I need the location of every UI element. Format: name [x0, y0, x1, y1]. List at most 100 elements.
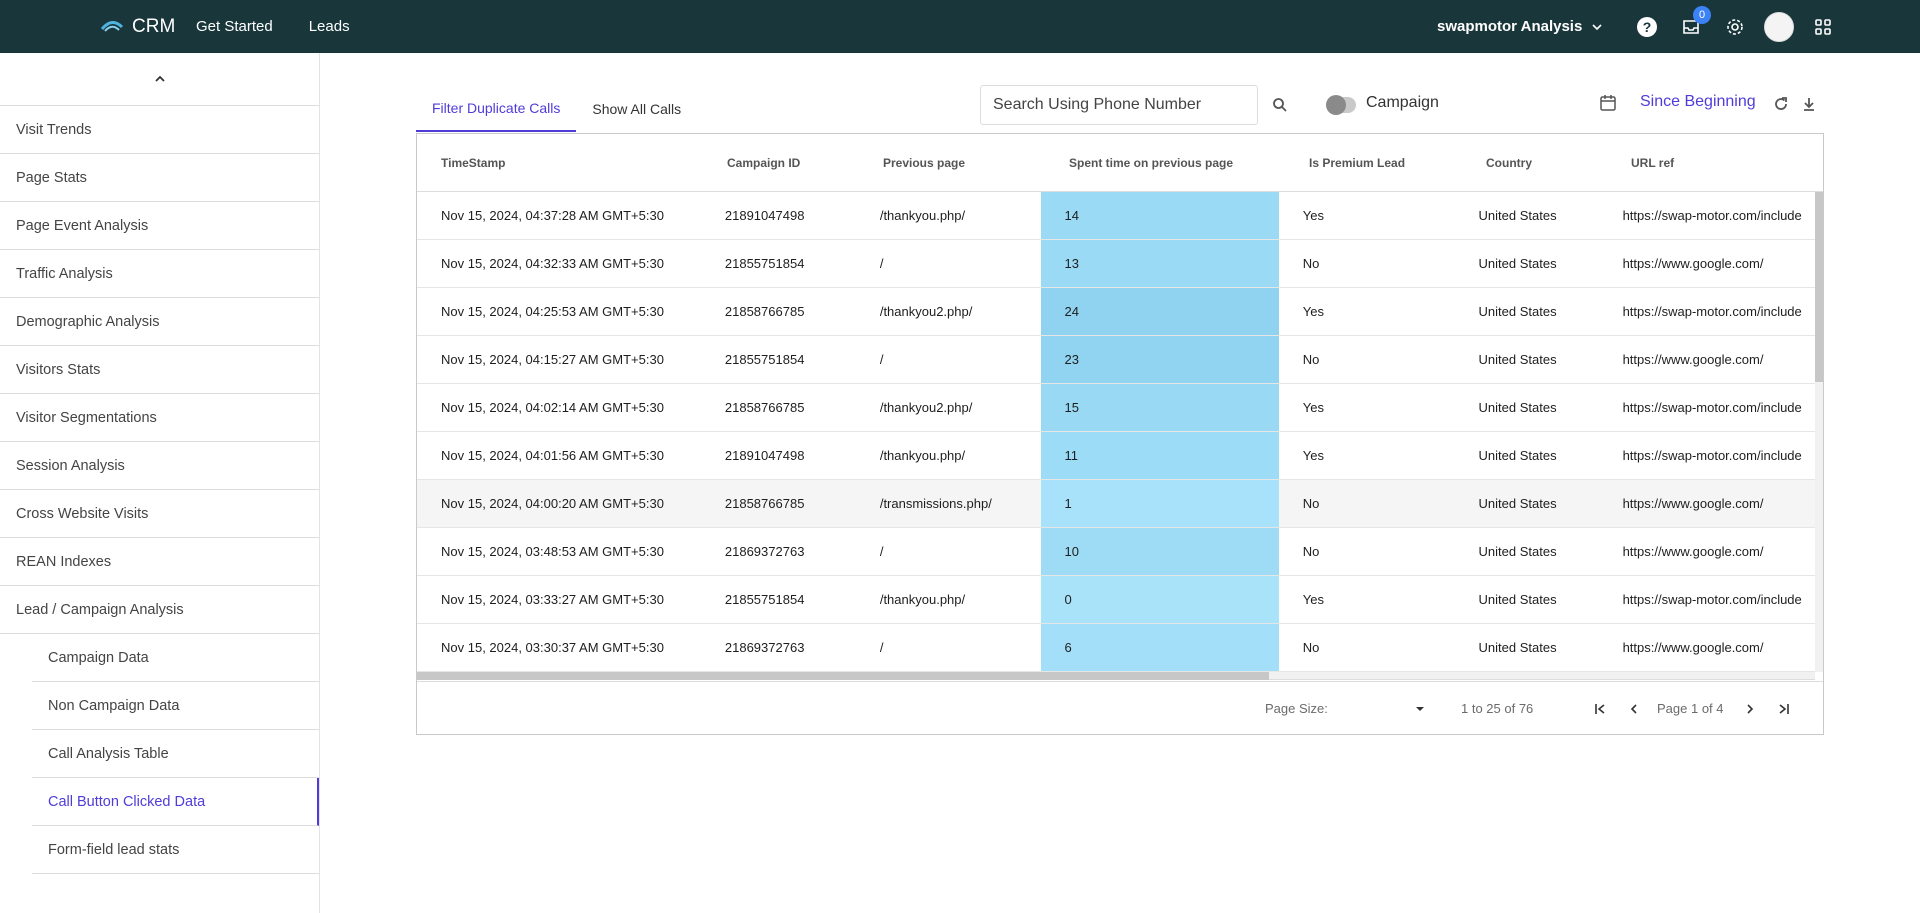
table-row[interactable]: Nov 15, 2024, 04:32:33 AM GMT+5:30 218557… [417, 240, 1815, 288]
campaign-toggle[interactable] [1326, 95, 1356, 115]
column-header-country[interactable]: Country [1462, 134, 1607, 192]
cell-is-premium-lead: Yes [1302, 592, 1324, 607]
sidebar-item-visitors-stats[interactable]: Visitors Stats [0, 346, 319, 394]
apps-button[interactable] [1801, 0, 1845, 53]
date-picker-button[interactable] [1599, 94, 1617, 117]
cell-previous-page: /transmissions.php/ [879, 496, 992, 511]
sidebar-subitem-form-field-lead-stats[interactable]: Form-field lead stats [32, 826, 319, 874]
sidebar-subitem-campaign-data[interactable]: Campaign Data [32, 634, 319, 682]
cell-country: United States [1478, 544, 1557, 559]
page-indicator: Page 1 of 4 [1657, 701, 1724, 716]
sidebar-item-visitor-segmentations[interactable]: Visitor Segmentations [0, 394, 319, 442]
refresh-button[interactable] [1773, 96, 1789, 117]
search-button[interactable] [1268, 93, 1292, 117]
nav-get-started[interactable]: Get Started [196, 18, 273, 35]
page-size-label: Page Size: [1265, 701, 1328, 716]
cell-spent-time: 14 [1040, 192, 1279, 239]
cell-url-ref: https://www.google.com/ [1622, 496, 1764, 511]
phone-search-input[interactable] [980, 85, 1258, 125]
cell-previous-page: /thankyou2.php/ [879, 304, 973, 319]
calendar-icon [1600, 95, 1616, 111]
cell-campaign-id: 21855751854 [724, 256, 805, 271]
gear-icon [1727, 18, 1743, 35]
sidebar-item-rean-indexes[interactable]: REAN Indexes [0, 538, 319, 586]
sidebar-item-lead-campaign-analysis[interactable]: Lead / Campaign Analysis [0, 586, 319, 634]
sidebar-item-page-event-analysis[interactable]: Page Event Analysis [0, 202, 319, 250]
column-header-previous-page[interactable]: Previous page [859, 134, 1045, 192]
sidebar-subitem-call-analysis-table[interactable]: Call Analysis Table [32, 730, 319, 778]
cell-timestamp: Nov 15, 2024, 04:37:28 AM GMT+5:30 [441, 208, 664, 223]
sidebar-collapse-button[interactable] [0, 53, 319, 106]
cell-url-ref: https://www.google.com/ [1622, 352, 1764, 367]
sidebar-item-session-analysis[interactable]: Session Analysis [0, 442, 319, 490]
sidebar-item-page-stats[interactable]: Page Stats [0, 154, 319, 202]
sidebar-item-demographic-analysis[interactable]: Demographic Analysis [0, 298, 319, 346]
next-page-button[interactable] [1739, 698, 1761, 720]
tab-show-all-calls[interactable]: Show All Calls [576, 86, 697, 132]
cell-campaign-id: 21869372763 [724, 544, 805, 559]
cell-spent-time: 1 [1040, 480, 1279, 527]
cell-country: United States [1478, 208, 1557, 223]
cell-campaign-id: 21858766785 [724, 496, 805, 511]
table-row[interactable]: Nov 15, 2024, 04:00:20 AM GMT+5:30 218587… [417, 480, 1815, 528]
cell-is-premium-lead: Yes [1302, 448, 1324, 463]
cell-timestamp: Nov 15, 2024, 04:01:56 AM GMT+5:30 [441, 448, 664, 463]
sidebar: Visit Trends Page Stats Page Event Analy… [0, 53, 320, 913]
column-header-is-premium-lead[interactable]: Is Premium Lead [1285, 134, 1462, 192]
cell-url-ref: https://www.google.com/ [1622, 640, 1764, 655]
tab-filter-duplicate-calls[interactable]: Filter Duplicate Calls [416, 86, 577, 132]
vertical-scrollbar[interactable] [1815, 192, 1823, 672]
help-button[interactable]: ? [1625, 0, 1669, 53]
cell-timestamp: Nov 15, 2024, 04:32:33 AM GMT+5:30 [441, 256, 664, 271]
page-size-select[interactable] [1385, 699, 1425, 719]
column-header-campaign-id[interactable]: Campaign ID [703, 134, 859, 192]
account-selector[interactable]: swapmotor Analysis [1437, 0, 1604, 53]
cell-timestamp: Nov 15, 2024, 03:30:37 AM GMT+5:30 [441, 640, 664, 655]
last-page-button[interactable] [1773, 698, 1795, 720]
sidebar-subitem-call-button-clicked-data[interactable]: Call Button Clicked Data [32, 778, 319, 826]
cell-spent-time: 0 [1040, 576, 1279, 623]
cell-url-ref: https://www.google.com/ [1622, 256, 1764, 271]
table-row[interactable]: Nov 15, 2024, 04:01:56 AM GMT+5:30 218910… [417, 432, 1815, 480]
first-page-button[interactable] [1589, 698, 1611, 720]
sidebar-item-traffic-analysis[interactable]: Traffic Analysis [0, 250, 319, 298]
cell-url-ref: https://swap-motor.com/include [1622, 448, 1802, 463]
horizontal-scroll-thumb[interactable] [417, 672, 1269, 680]
vertical-scroll-thumb[interactable] [1815, 192, 1823, 382]
table-row[interactable]: Nov 15, 2024, 04:02:14 AM GMT+5:30 218587… [417, 384, 1815, 432]
column-header-timestamp[interactable]: TimeStamp [417, 134, 703, 192]
nav-leads[interactable]: Leads [309, 18, 350, 35]
download-button[interactable] [1801, 96, 1817, 117]
horizontal-scrollbar[interactable] [417, 672, 1815, 680]
apps-grid-icon [1815, 18, 1831, 35]
table-row[interactable]: Nov 15, 2024, 04:15:27 AM GMT+5:30 218557… [417, 336, 1815, 384]
cell-url-ref: https://swap-motor.com/include [1622, 592, 1802, 607]
previous-page-button[interactable] [1623, 698, 1645, 720]
date-range-label[interactable]: Since Beginning [1640, 93, 1756, 111]
cell-timestamp: Nov 15, 2024, 03:33:27 AM GMT+5:30 [441, 592, 664, 607]
cell-previous-page: /thankyou.php/ [879, 592, 966, 607]
cell-previous-page: /thankyou.php/ [879, 448, 966, 463]
sidebar-item-cross-website-visits[interactable]: Cross Website Visits [0, 490, 319, 538]
top-bar: CRM Get Started Leads swapmotor Analysis… [0, 0, 1920, 53]
cell-campaign-id: 21855751854 [724, 592, 805, 607]
account-name: swapmotor Analysis [1437, 18, 1583, 35]
cell-is-premium-lead: No [1302, 496, 1320, 511]
table-row[interactable]: Nov 15, 2024, 03:48:53 AM GMT+5:30 218693… [417, 528, 1815, 576]
crm-logo-icon [100, 20, 124, 32]
table-row[interactable]: Nov 15, 2024, 04:37:28 AM GMT+5:30 218910… [417, 192, 1815, 240]
svg-text:?: ? [1643, 19, 1652, 35]
cell-spent-time: 24 [1040, 288, 1279, 335]
table-row[interactable]: Nov 15, 2024, 03:33:27 AM GMT+5:30 218557… [417, 576, 1815, 624]
table-row[interactable]: Nov 15, 2024, 04:25:53 AM GMT+5:30 218587… [417, 288, 1815, 336]
sidebar-subitem-non-campaign-data[interactable]: Non Campaign Data [32, 682, 319, 730]
column-header-spent-time[interactable]: Spent time on previous page [1045, 134, 1285, 192]
chevron-left-icon [1630, 703, 1637, 714]
settings-button[interactable] [1713, 0, 1757, 53]
column-header-url-ref[interactable]: URL ref [1607, 134, 1823, 192]
inbox-button[interactable]: 0 [1669, 0, 1713, 53]
table-row[interactable]: Nov 15, 2024, 03:30:37 AM GMT+5:30 218693… [417, 624, 1815, 672]
sidebar-item-visit-trends[interactable]: Visit Trends [0, 106, 319, 154]
profile-button[interactable] [1757, 0, 1801, 53]
brand[interactable]: CRM [100, 0, 175, 53]
